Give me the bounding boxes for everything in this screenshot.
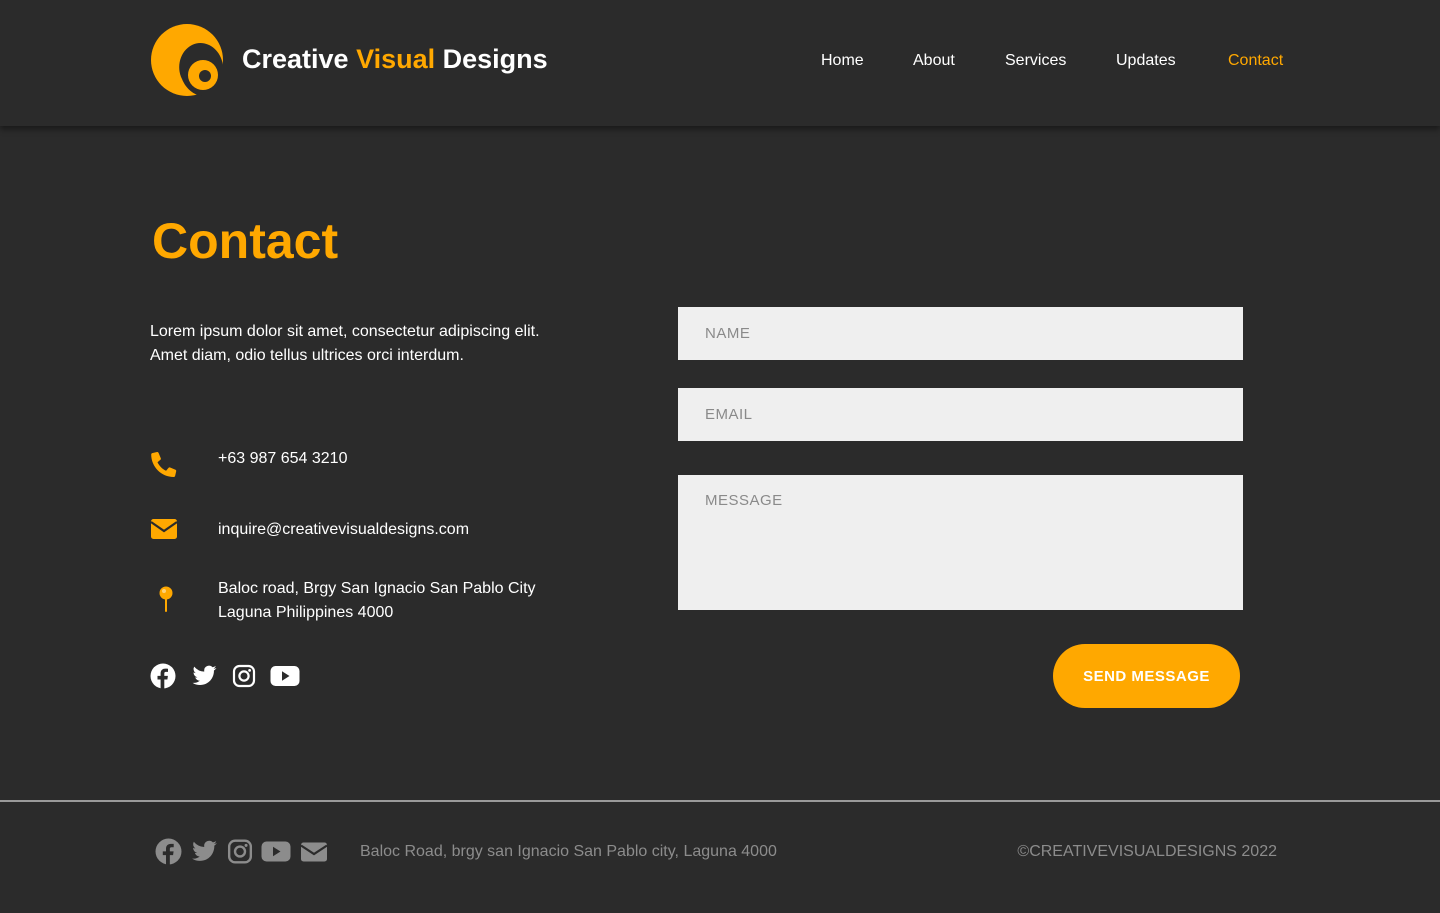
footer-twitter-icon[interactable] — [191, 838, 218, 870]
footer-divider — [0, 800, 1440, 802]
footer-address: Baloc Road, brgy san Ignacio San Pablo c… — [360, 843, 777, 860]
nav-about[interactable]: About — [913, 52, 955, 70]
nav-home[interactable]: Home — [821, 52, 864, 70]
email-input[interactable] — [678, 388, 1243, 441]
address-line-2: Laguna Philippines 4000 — [218, 604, 394, 621]
intro-line-2: Amet diam, odio tellus ultrices orci int… — [150, 347, 464, 364]
intro-line-1: Lorem ipsum dolor sit amet, consectetur … — [150, 323, 540, 340]
address-line-1: Baloc road, Brgy San Ignacio San Pablo C… — [218, 580, 536, 597]
envelope-icon — [150, 519, 178, 539]
email-row: inquire@creativevisualdesigns.com — [150, 518, 630, 550]
footer-facebook-icon[interactable] — [155, 838, 182, 870]
phone-number[interactable]: +63 987 654 3210 — [218, 447, 347, 471]
address-text: Baloc road, Brgy San Ignacio San Pablo C… — [218, 577, 536, 625]
nav-services[interactable]: Services — [1005, 52, 1066, 70]
main-nav: Home About Services Updates Contact — [0, 52, 1440, 76]
facebook-icon[interactable] — [150, 663, 176, 694]
intro-text: Lorem ipsum dolor sit amet, consectetur … — [150, 320, 620, 368]
message-input[interactable] — [678, 475, 1243, 610]
email-address[interactable]: inquire@creativevisualdesigns.com — [218, 518, 469, 542]
footer-copyright: ©CREATIVEVISUALDESIGNS 2022 — [1017, 843, 1277, 860]
address-row: Baloc road, Brgy San Ignacio San Pablo C… — [150, 577, 630, 627]
footer-envelope-icon[interactable] — [300, 838, 328, 870]
footer-youtube-icon[interactable] — [261, 838, 291, 870]
nav-updates[interactable]: Updates — [1116, 52, 1176, 70]
map-pin-icon — [159, 586, 173, 612]
site-header: Creative Visual Designs Home About Servi… — [0, 0, 1440, 126]
phone-icon — [151, 451, 177, 477]
phone-row: +63 987 654 3210 — [150, 447, 630, 479]
send-message-button[interactable]: SEND MESSAGE — [1053, 644, 1240, 708]
nav-contact[interactable]: Contact — [1228, 52, 1283, 70]
twitter-icon[interactable] — [191, 663, 218, 694]
youtube-icon[interactable] — [270, 663, 300, 694]
page-title: Contact — [152, 213, 339, 269]
footer-instagram-icon[interactable] — [227, 838, 253, 870]
name-input[interactable] — [678, 307, 1243, 360]
instagram-icon[interactable] — [232, 663, 256, 694]
